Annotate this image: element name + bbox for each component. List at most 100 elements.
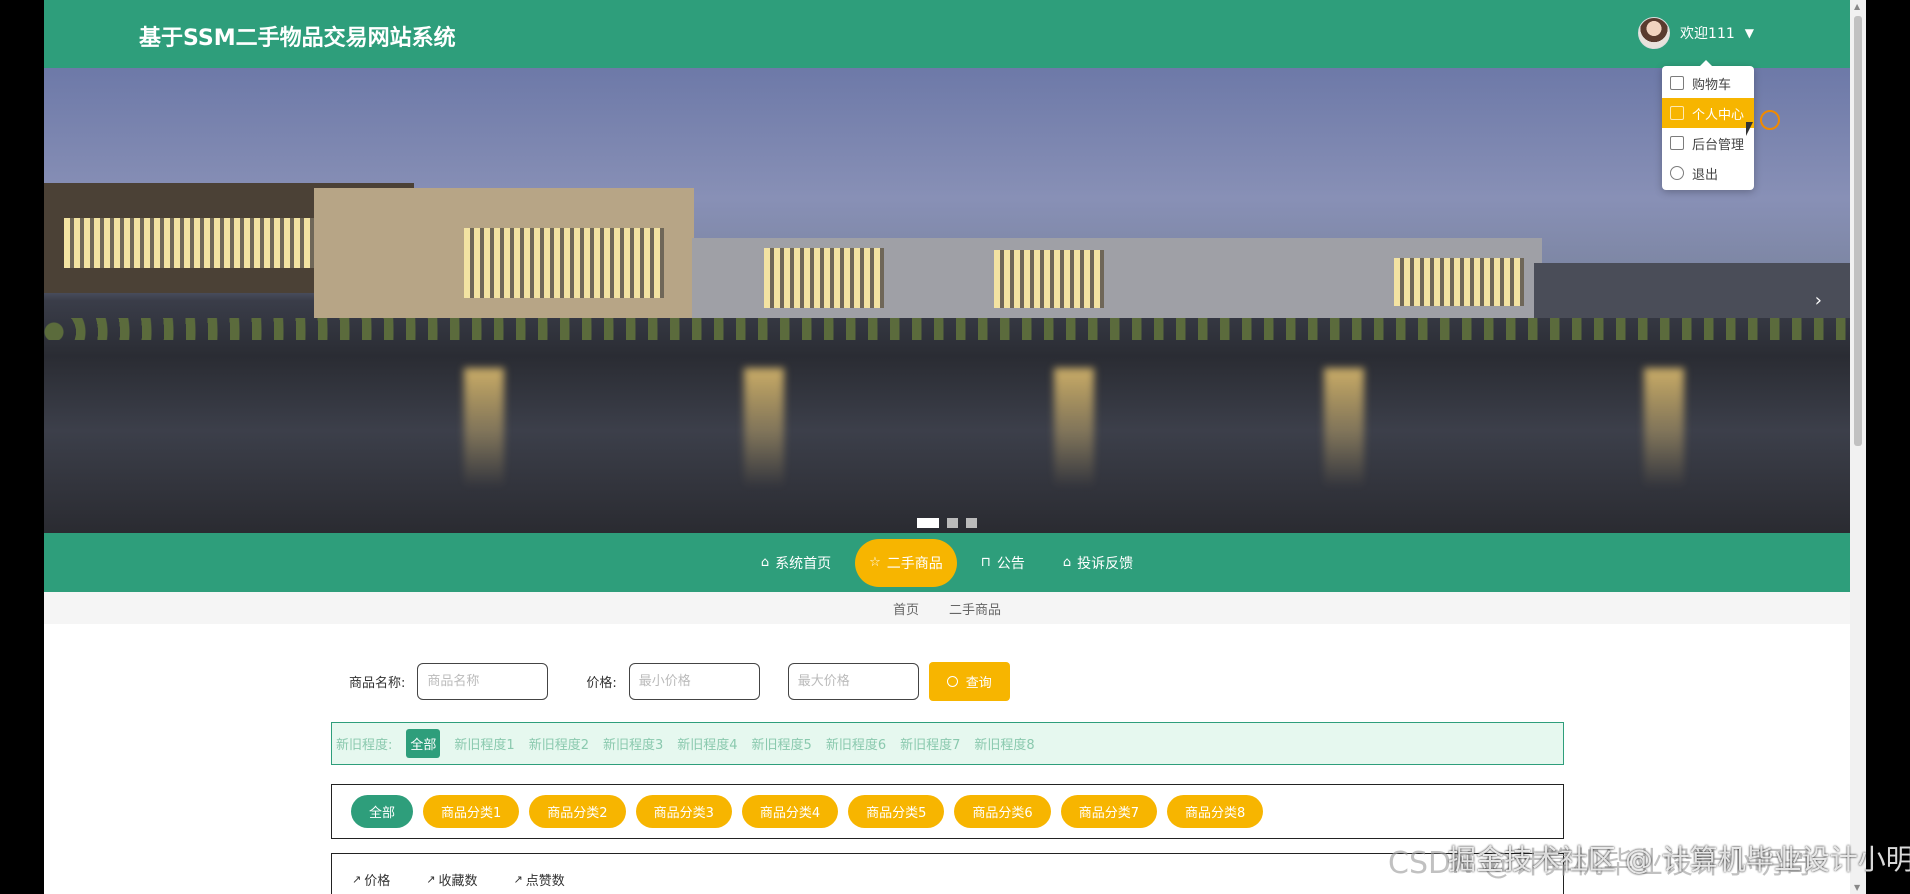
breadcrumb-home[interactable]: 首页 xyxy=(893,599,919,618)
condition-option[interactable]: 新旧程度2 xyxy=(529,734,589,753)
product-name-input[interactable] xyxy=(417,663,549,700)
search-bar: 商品名称: 价格: 查询 xyxy=(349,662,1010,701)
menu-item-profile[interactable]: 个人中心 xyxy=(1662,98,1754,128)
search-icon xyxy=(946,676,958,687)
building-windows xyxy=(764,248,884,308)
carousel-indicators xyxy=(917,518,977,528)
menu-item-label: 购物车 xyxy=(1692,77,1732,93)
category-option[interactable]: 全部 xyxy=(351,795,414,828)
scroll-up-icon[interactable]: ▲ xyxy=(1854,2,1860,11)
condition-option[interactable]: 新旧程度1 xyxy=(454,734,514,753)
min-price-input[interactable] xyxy=(628,663,760,700)
condition-option[interactable]: 新旧程度4 xyxy=(677,734,737,753)
nav-label: 二手商品 xyxy=(886,555,943,572)
banner-carousel[interactable]: › xyxy=(44,68,1850,533)
building-windows xyxy=(464,228,664,298)
sort-bar: ↗ 价格 ↗ 收藏数 ↗ 点赞数 xyxy=(331,853,1564,894)
category-option[interactable]: 商品分类5 xyxy=(848,795,945,828)
grid-icon xyxy=(1670,136,1684,150)
nav-item-products[interactable]: ☆ 二手商品 xyxy=(855,538,957,587)
clock-icon xyxy=(1670,166,1684,180)
carousel-dot[interactable] xyxy=(917,518,939,528)
category-option[interactable]: 商品分类6 xyxy=(954,795,1051,828)
building xyxy=(1534,263,1850,318)
query-label: 查询 xyxy=(965,675,992,690)
condition-option[interactable]: 全部 xyxy=(406,729,441,758)
mouse-cursor xyxy=(1746,122,1760,136)
condition-label: 新旧程度: xyxy=(336,738,393,753)
condition-option[interactable]: 新旧程度8 xyxy=(974,734,1034,753)
light-reflection xyxy=(744,368,784,488)
name-label: 商品名称: xyxy=(349,676,406,691)
condition-option[interactable]: 新旧程度3 xyxy=(603,734,663,753)
nav-item-home[interactable]: ⌂ 系统首页 xyxy=(747,539,845,587)
sort-label: 点赞数 xyxy=(525,874,565,889)
carousel-dot[interactable] xyxy=(966,518,977,528)
menu-item-cart[interactable]: 购物车 xyxy=(1662,68,1754,98)
home-icon: ⌂ xyxy=(1062,555,1072,570)
star-icon: ☆ xyxy=(869,555,881,570)
user-icon xyxy=(1670,106,1684,120)
sort-likes[interactable]: ↗ 点赞数 xyxy=(513,870,564,889)
light-reflection xyxy=(1324,368,1364,488)
breadcrumb-current[interactable]: 二手商品 xyxy=(949,599,1001,618)
breadcrumb: 首页 二手商品 xyxy=(44,592,1850,624)
sort-price[interactable]: ↗ 价格 xyxy=(352,870,390,889)
avatar xyxy=(1638,17,1671,49)
condition-option[interactable]: 新旧程度5 xyxy=(752,734,812,753)
category-option[interactable]: 商品分类2 xyxy=(529,795,626,828)
menu-item-admin[interactable]: 后台管理 xyxy=(1662,128,1754,158)
cart-icon xyxy=(1670,76,1684,90)
nav-label: 投诉反馈 xyxy=(1077,555,1134,572)
header: 基于SSM二手物品交易网站系统 欢迎111 ▼ xyxy=(44,0,1850,68)
category-filter: 全部 商品分类1 商品分类2 商品分类3 商品分类4 商品分类5 商品分类6 商… xyxy=(331,784,1564,839)
category-option[interactable]: 商品分类7 xyxy=(1060,795,1157,828)
tree-line xyxy=(44,318,1850,340)
condition-filter: 新旧程度: 全部 新旧程度1 新旧程度2 新旧程度3 新旧程度4 新旧程度5 新… xyxy=(331,722,1564,765)
sort-favorites[interactable]: ↗ 收藏数 xyxy=(426,870,477,889)
menu-item-label: 个人中心 xyxy=(1692,107,1745,123)
nav-item-feedback[interactable]: ⌂ 投诉反馈 xyxy=(1049,539,1147,587)
caret-down-icon: ▼ xyxy=(1744,26,1754,40)
light-reflection xyxy=(464,368,504,488)
scrollbar-thumb[interactable] xyxy=(1854,16,1862,446)
home-icon: ⌂ xyxy=(760,555,770,570)
menu-item-logout[interactable]: 退出 xyxy=(1662,158,1754,188)
sort-label: 收藏数 xyxy=(438,874,478,889)
category-option[interactable]: 商品分类4 xyxy=(741,795,839,828)
building-windows xyxy=(994,250,1104,308)
user-menu-toggle[interactable]: 欢迎111 ▼ xyxy=(1638,17,1754,49)
light-reflection xyxy=(1054,368,1094,488)
page: 基于SSM二手物品交易网站系统 欢迎111 ▼ › ⌂ 系统首页 ☆ 二手商品 … xyxy=(44,0,1850,894)
price-label: 价格: xyxy=(586,676,617,691)
light-reflection xyxy=(1644,368,1684,488)
query-button[interactable]: 查询 xyxy=(928,662,1010,701)
category-option[interactable]: 商品分类8 xyxy=(1166,795,1264,828)
nav-label: 系统首页 xyxy=(775,555,832,572)
max-price-input[interactable] xyxy=(787,663,919,700)
nav-item-notice[interactable]: ⊓ 公告 xyxy=(967,539,1039,587)
condition-option[interactable]: 新旧程度7 xyxy=(900,734,960,753)
trend-icon: ↗ xyxy=(352,873,362,886)
watermark: 掘金技术社区 @ 计算机毕业设计小明哥 xyxy=(1448,843,1910,876)
main-nav: ⌂ 系统首页 ☆ 二手商品 ⊓ 公告 ⌂ 投诉反馈 xyxy=(44,533,1850,592)
menu-item-label: 退出 xyxy=(1692,167,1719,183)
condition-option[interactable]: 新旧程度6 xyxy=(826,734,886,753)
chart-icon: ↗ xyxy=(513,873,523,886)
user-dropdown-menu: 购物车 个人中心 后台管理 退出 xyxy=(1662,60,1754,190)
menu-item-label: 后台管理 xyxy=(1692,137,1745,153)
carousel-dot[interactable] xyxy=(947,518,958,528)
category-option[interactable]: 商品分类3 xyxy=(635,795,732,828)
chevron-right-icon[interactable]: › xyxy=(1815,290,1822,311)
scroll-down-icon[interactable]: ▼ xyxy=(1854,883,1860,892)
category-option[interactable]: 商品分类1 xyxy=(423,795,520,828)
page-scrollbar[interactable]: ▲ ▼ xyxy=(1850,0,1866,894)
click-indicator xyxy=(1760,110,1780,130)
bag-icon: ⊓ xyxy=(980,555,991,570)
chart-icon: ↗ xyxy=(426,873,436,886)
sort-label: 价格 xyxy=(364,874,391,889)
site-title: 基于SSM二手物品交易网站系统 xyxy=(139,26,456,51)
welcome-text: 欢迎111 xyxy=(1680,26,1735,42)
nav-label: 公告 xyxy=(996,555,1025,572)
building-windows xyxy=(1394,258,1524,306)
